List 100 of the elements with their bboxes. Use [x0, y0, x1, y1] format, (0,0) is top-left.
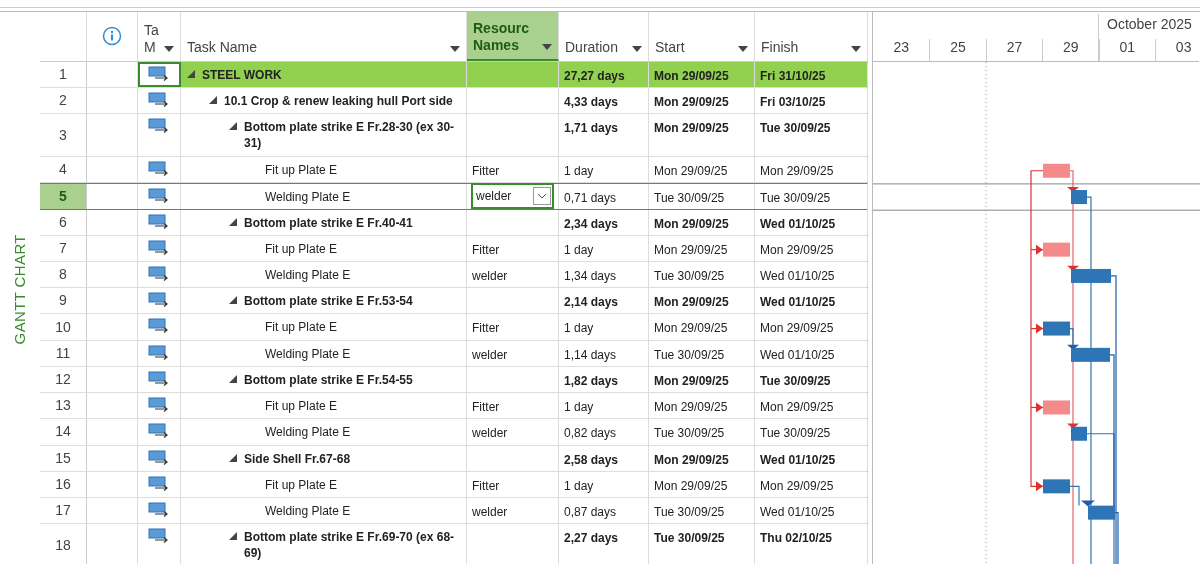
- collapse-icon[interactable]: [229, 217, 237, 226]
- resource-name: welder: [472, 425, 508, 443]
- finish-date: Mon 29/09/25: [760, 163, 834, 181]
- row-number[interactable]: 15: [40, 445, 87, 471]
- resource-name: Fitter: [472, 399, 500, 417]
- row-number[interactable]: 5: [40, 184, 87, 209]
- chevron-down-icon: [537, 193, 547, 200]
- row-number[interactable]: 3: [40, 114, 87, 157]
- dropdown-caret-icon: [851, 45, 861, 52]
- start-date: Tue 30/09/25: [654, 504, 725, 521]
- row-number[interactable]: 11: [40, 340, 87, 366]
- task-name: Bottom plate strike E Fr.53-54: [244, 293, 413, 310]
- row-number[interactable]: 2: [40, 88, 87, 114]
- finish-date: Wed 01/10/25: [760, 294, 836, 312]
- auto-schedule-icon: [148, 370, 170, 387]
- start-date: Tue 30/09/25: [654, 346, 725, 364]
- task-bar[interactable]: [1043, 479, 1070, 494]
- row-number[interactable]: 6: [40, 209, 87, 235]
- duration: 1,34 days: [564, 268, 617, 285]
- row-number[interactable]: 4: [40, 157, 87, 183]
- duration: 1 day: [564, 241, 594, 259]
- auto-schedule-icon: [148, 344, 170, 361]
- duration: 0,87 days: [564, 504, 617, 521]
- finish-date: Tue 30/09/25: [760, 372, 831, 390]
- collapse-icon[interactable]: [229, 122, 237, 131]
- info-icon: [102, 26, 122, 47]
- auto-schedule-icon: [148, 239, 170, 256]
- day-label: 27: [1006, 39, 1023, 55]
- row-number[interactable]: 1: [40, 61, 87, 88]
- auto-schedule-icon: [148, 65, 170, 82]
- task-bar[interactable]: [1071, 347, 1110, 362]
- dropdown-caret-icon: [632, 45, 642, 52]
- finish-date: Wed 01/10/25: [760, 215, 836, 233]
- collapse-icon[interactable]: [229, 532, 237, 541]
- start-date: Mon 29/09/25: [654, 294, 729, 312]
- task-name: Welding Plate E: [265, 267, 351, 283]
- start-date: Mon 29/09/25: [654, 163, 728, 181]
- row-number[interactable]: 8: [40, 262, 87, 288]
- finish-date: Tue 30/09/25: [760, 425, 831, 443]
- task-bar[interactable]: [1071, 268, 1111, 283]
- finish-date: Fri 03/10/25: [760, 94, 826, 112]
- finish-date: Tue 30/09/25: [760, 120, 831, 138]
- row-number[interactable]: 10: [40, 314, 87, 340]
- task-bar[interactable]: [1088, 505, 1115, 520]
- collapse-icon[interactable]: [229, 453, 237, 462]
- auto-schedule-icon: [148, 266, 170, 282]
- row-number[interactable]: 9: [40, 288, 87, 314]
- dropdown-caret-icon: [542, 43, 552, 50]
- column-header[interactable]: Resourc Names: [467, 12, 559, 61]
- day-label: 03: [1175, 39, 1192, 55]
- start-date: Mon 29/09/25: [654, 94, 729, 112]
- resource-name: welder: [472, 268, 508, 285]
- start-date: Mon 29/09/25: [654, 320, 728, 338]
- collapse-icon[interactable]: [229, 296, 237, 305]
- auto-schedule-icon: [148, 292, 170, 309]
- start-date: Tue 30/09/25: [654, 190, 725, 208]
- task-name: Bottom plate strike E Fr.54-55: [244, 371, 413, 388]
- finish-date: Thu 02/10/25: [760, 530, 833, 548]
- start-date: Mon 29/09/25: [654, 215, 729, 233]
- start-date: Tue 30/09/25: [654, 268, 725, 285]
- active-cell[interactable]: [138, 61, 181, 88]
- task-name: STEEL WORK: [202, 66, 282, 83]
- dropdown-caret-icon: [450, 45, 460, 52]
- duration: 1,82 days: [564, 372, 619, 390]
- duration: 1 day: [564, 163, 594, 181]
- row-number[interactable]: 16: [40, 471, 87, 497]
- task-name: Fit up Plate E: [265, 476, 338, 493]
- auto-schedule-icon: [148, 475, 170, 492]
- start-date: Mon 29/09/25: [654, 120, 729, 138]
- collapse-icon[interactable]: [209, 96, 217, 105]
- row-number[interactable]: 14: [40, 419, 87, 445]
- day-label: 23: [893, 39, 909, 55]
- auto-schedule-icon: [148, 188, 170, 205]
- finish-date: Mon 29/09/25: [760, 399, 834, 417]
- collapse-icon[interactable]: [187, 69, 195, 78]
- row-number[interactable]: 17: [40, 498, 87, 524]
- task-name: Welding Plate E: [265, 503, 351, 519]
- collapse-icon[interactable]: [229, 374, 237, 383]
- start-date: Mon 29/09/25: [654, 67, 729, 85]
- resource-name: Fitter: [472, 241, 500, 259]
- duration: 0,71 days: [564, 190, 617, 208]
- start-date: Mon 29/09/25: [654, 477, 728, 495]
- duration: 1 day: [564, 399, 594, 417]
- start-date: Mon 29/09/25: [654, 372, 729, 390]
- row-number[interactable]: 12: [40, 366, 87, 393]
- task-bar[interactable]: [1071, 190, 1087, 205]
- task-bar[interactable]: [1071, 426, 1087, 441]
- task-name: Bottom plate strike E Fr.40-41: [244, 214, 413, 231]
- start-date: Mon 29/09/25: [654, 241, 728, 259]
- duration: 1 day: [564, 477, 594, 495]
- row-number[interactable]: 7: [40, 235, 87, 261]
- row-number[interactable]: 13: [40, 393, 87, 419]
- task-name: Bottom plate strike E Fr.69-70 (ex 68-69): [244, 529, 456, 562]
- auto-schedule-icon: [148, 502, 170, 518]
- task-bar[interactable]: [1043, 321, 1070, 336]
- resource-dropdown[interactable]: welder: [471, 183, 554, 210]
- auto-schedule-icon: [148, 528, 170, 545]
- dropdown-caret-icon: [164, 45, 174, 52]
- duration: 1,71 days: [564, 120, 619, 138]
- row-number[interactable]: 18: [40, 524, 87, 564]
